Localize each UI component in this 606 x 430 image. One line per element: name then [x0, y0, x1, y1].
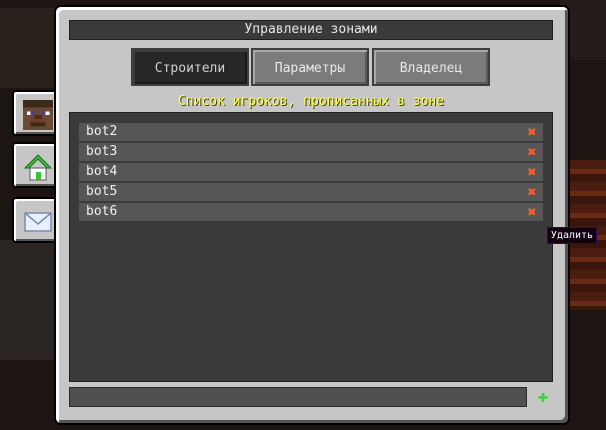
player-row: bot6 ✖ — [79, 203, 543, 221]
side-tab-zones[interactable] — [12, 142, 62, 188]
player-name: bot5 — [86, 184, 118, 199]
tab-builders[interactable]: Строители — [131, 48, 249, 86]
player-row: bot5 ✖ — [79, 183, 543, 201]
delete-tooltip: Удалить — [547, 227, 597, 244]
player-name: bot4 — [86, 164, 118, 179]
red-x-icon[interactable]: ✖ — [524, 184, 540, 200]
player-head-icon — [23, 100, 53, 130]
player-name: bot3 — [86, 144, 118, 159]
add-player-input[interactable] — [69, 387, 527, 407]
green-plus-icon[interactable]: ✚ — [533, 387, 553, 407]
player-row: bot4 ✖ — [79, 163, 543, 181]
background-block — [0, 8, 56, 88]
red-x-icon[interactable]: ✖ — [524, 204, 540, 220]
side-tab-player[interactable] — [12, 90, 58, 136]
tab-parameters[interactable]: Параметры — [251, 48, 369, 86]
house-icon — [23, 154, 53, 181]
tab-owner[interactable]: Владелец — [372, 48, 490, 86]
player-name: bot2 — [86, 124, 118, 139]
player-row: bot2 ✖ — [79, 123, 543, 141]
side-tab-mail[interactable] — [12, 197, 58, 243]
red-x-icon[interactable]: ✖ — [524, 144, 540, 160]
window-title: Управление зонами — [69, 20, 553, 40]
red-x-icon[interactable]: ✖ — [524, 164, 540, 180]
player-row: bot3 ✖ — [79, 143, 543, 161]
background-block — [0, 240, 56, 360]
mail-icon — [24, 212, 52, 232]
player-name: bot6 — [86, 204, 118, 219]
red-x-icon[interactable]: ✖ — [524, 124, 540, 140]
players-list-title: Список игроков, прописанных в зоне — [177, 94, 445, 109]
